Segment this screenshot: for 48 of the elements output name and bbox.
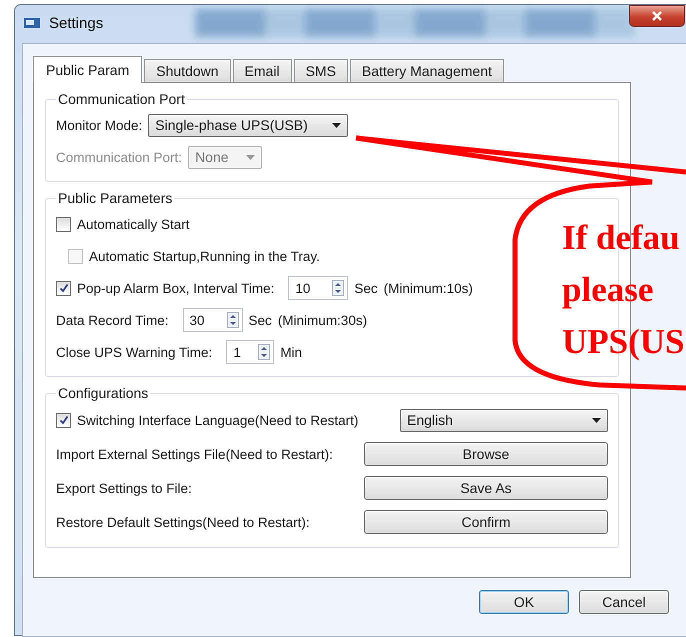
action-button[interactable]: Confirm xyxy=(364,510,608,534)
tab[interactable]: SMS xyxy=(294,59,348,82)
group-title: Communication Port xyxy=(57,91,186,107)
checkbox[interactable] xyxy=(56,216,71,232)
stepper-arrows-icon[interactable] xyxy=(258,344,270,360)
dropdown[interactable]: English xyxy=(400,408,608,432)
callout-text: If defau please UPS(US xyxy=(562,217,685,363)
checkbox[interactable] xyxy=(56,412,71,428)
unit-label: Sec xyxy=(354,280,378,296)
option-label: Close UPS Warning Time: xyxy=(56,344,212,360)
group-title: Public Parameters xyxy=(57,190,174,206)
option-label: Data Record Time: xyxy=(56,312,169,328)
option-label: Restore Default Settings(Need to Restart): xyxy=(56,514,310,530)
window-title: Settings xyxy=(49,14,104,32)
hint-text: (Minimum:30s) xyxy=(278,312,368,328)
close-icon xyxy=(651,11,663,21)
option-label: Automatic Startup,Running in the Tray. xyxy=(89,248,320,264)
option-label: Switching Interface Language(Need to Restart) xyxy=(77,412,358,428)
field-label: Communication Port: xyxy=(56,150,182,164)
dialog-button[interactable]: OK xyxy=(479,590,569,614)
option-label: Import External Settings File(Need to Restart): xyxy=(56,446,333,462)
unit-label: Sec xyxy=(248,312,272,328)
window-app-icon xyxy=(23,16,41,30)
caret-icon xyxy=(332,122,342,128)
field-label: Monitor Mode: xyxy=(56,118,142,132)
unit-label: Min xyxy=(280,344,302,360)
action-button[interactable]: Save As xyxy=(364,476,608,500)
tab[interactable]: Email xyxy=(232,59,292,82)
checkbox[interactable] xyxy=(56,280,71,296)
action-button[interactable]: Browse xyxy=(364,442,608,466)
tab[interactable]: Battery Management xyxy=(350,59,504,82)
dropdown[interactable]: Single-phase UPS(USB) xyxy=(148,114,348,136)
option-label: Pop-up Alarm Box, Interval Time: xyxy=(77,280,274,296)
hint-text: (Minimum:10s) xyxy=(384,280,473,296)
stepper-arrows-icon[interactable] xyxy=(332,280,344,296)
number-spinner[interactable]: 10 xyxy=(288,276,348,300)
tab[interactable]: Shutdown xyxy=(144,59,231,82)
close-button[interactable] xyxy=(629,5,685,27)
caret-icon xyxy=(246,154,256,160)
caret-icon xyxy=(592,418,601,422)
option-label: Automatically Start xyxy=(77,216,190,232)
number-spinner[interactable]: 1 xyxy=(226,340,274,364)
stepper-arrows-icon[interactable] xyxy=(226,312,239,328)
dialog-button[interactable]: Cancel xyxy=(579,590,669,614)
group-title: Configurations xyxy=(57,385,150,401)
tab[interactable]: Public Param xyxy=(33,56,142,83)
number-spinner[interactable]: 30 xyxy=(182,308,243,332)
option-label: Export Settings to File: xyxy=(56,480,192,496)
